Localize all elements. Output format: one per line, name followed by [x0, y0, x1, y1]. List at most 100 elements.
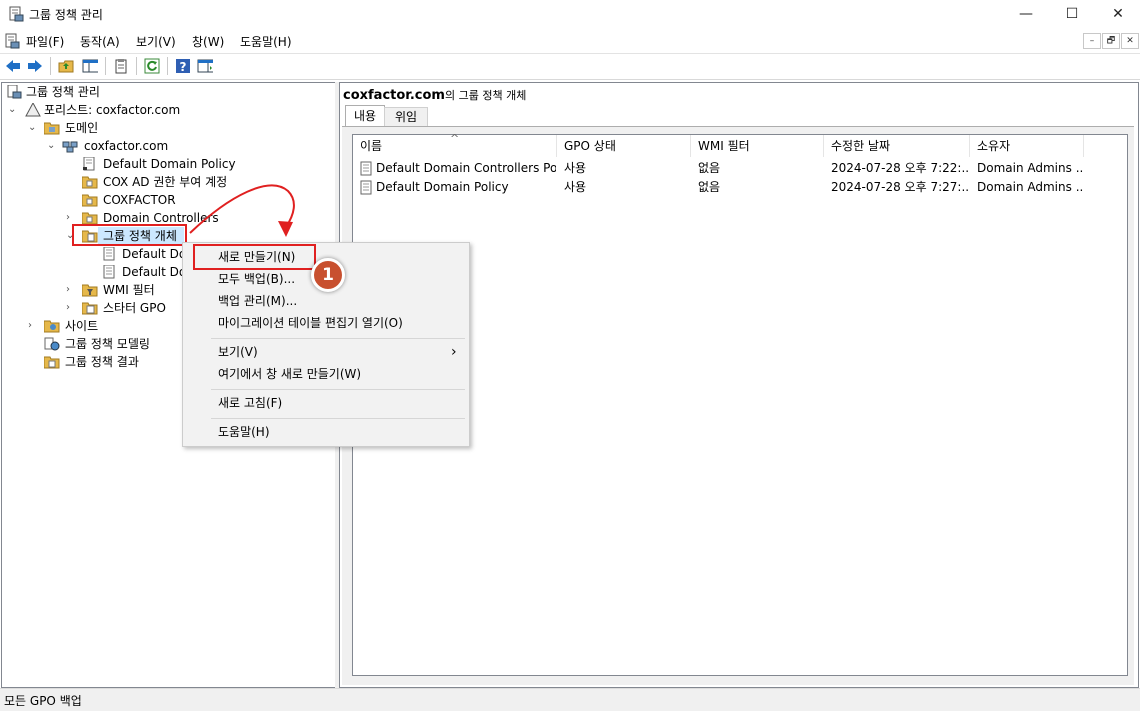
- chevron-down-icon[interactable]: ⌄: [47, 137, 57, 155]
- domains-folder-icon: [44, 122, 60, 135]
- tab-delegation[interactable]: 위임: [384, 107, 428, 126]
- maximize-button[interactable]: ☐: [1049, 0, 1095, 28]
- tree-label: 도메인: [65, 121, 99, 135]
- menu-separator: [211, 338, 465, 339]
- cell-name: Default Domain Policy: [376, 180, 509, 194]
- svg-text:?: ?: [180, 60, 187, 74]
- toolbar-separator: [50, 57, 51, 75]
- gpo-link-icon: [83, 157, 95, 171]
- show-hide-tree-icon[interactable]: [82, 58, 98, 74]
- table-row[interactable]: Default Domain Controllers Pol... 사용 없음 …: [353, 159, 1125, 178]
- status-bar: 모든 GPO 백업: [0, 688, 1140, 711]
- gpmc-icon: [7, 85, 22, 99]
- help-icon[interactable]: ?: [175, 58, 191, 74]
- menu-item-help[interactable]: 도움말(H): [183, 421, 469, 443]
- window-title: 그룹 정책 관리: [29, 8, 103, 22]
- column-header-gpo-status[interactable]: GPO 상태: [557, 135, 691, 157]
- wmi-folder-icon: [82, 284, 98, 297]
- refresh-icon[interactable]: [144, 58, 160, 74]
- menu-action[interactable]: 동작(A): [80, 33, 120, 50]
- chevron-down-icon[interactable]: ⌄: [28, 119, 38, 137]
- sites-folder-icon: [44, 320, 60, 333]
- gpo-icon: [103, 265, 115, 279]
- cell-wmi-filter: 없음: [698, 180, 721, 194]
- annotation-arrow-icon: [189, 184, 295, 237]
- gpo-icon: [103, 247, 115, 261]
- tree-item-root[interactable]: 그룹 정책 관리: [2, 83, 332, 101]
- tree-label: 그룹 정책 결과: [65, 355, 139, 369]
- action-pane-icon[interactable]: [197, 58, 213, 74]
- menu-bar: 파일(F) 동작(A) 보기(V) 창(W) 도움말(H): [0, 29, 1140, 51]
- tree-item-forest[interactable]: ⌄ 포리스트: coxfactor.com: [2, 101, 332, 119]
- gpmc-app-icon: [9, 6, 24, 22]
- gpo-icon: [360, 180, 372, 195]
- properties-icon[interactable]: [113, 58, 129, 74]
- menu-window[interactable]: 창(W): [192, 33, 224, 50]
- menu-help[interactable]: 도움말(H): [240, 33, 292, 50]
- menu-view[interactable]: 보기(V): [136, 33, 176, 50]
- tree-label: 그룹 정책 관리: [26, 85, 100, 99]
- forward-icon[interactable]: [27, 58, 43, 74]
- step-badge: 1: [311, 258, 345, 292]
- chevron-right-icon[interactable]: ›: [66, 299, 76, 317]
- ou-folder-icon: [82, 194, 98, 207]
- submenu-arrow-icon: ›: [451, 344, 457, 360]
- minimize-button[interactable]: —: [1003, 0, 1049, 28]
- cell-gpo-status: 사용: [564, 161, 587, 175]
- cell-owner: Domain Admins ...: [977, 161, 1083, 175]
- tree-label: WMI 필터: [103, 283, 155, 297]
- domain-icon: [62, 141, 78, 153]
- mdi-close-button[interactable]: ✕: [1121, 33, 1139, 49]
- menu-file[interactable]: 파일(F): [26, 33, 64, 50]
- sort-ascending-icon: ^: [450, 132, 460, 145]
- menu-separator: [211, 389, 465, 390]
- gpo-icon: [360, 161, 372, 176]
- chevron-right-icon[interactable]: ›: [28, 317, 38, 335]
- column-header-wmi-filter[interactable]: WMI 필터: [691, 135, 824, 157]
- mdi-restore-button[interactable]: 🗗: [1102, 33, 1120, 49]
- ou-folder-icon: [82, 212, 98, 225]
- menu-item-manage-backups[interactable]: 백업 관리(M)...: [183, 290, 469, 312]
- tree-label: coxfactor.com: [84, 139, 169, 153]
- forest-icon: [25, 103, 41, 117]
- pane-header-domain: coxfactor.com: [343, 88, 445, 103]
- toolbar-separator: [136, 57, 137, 75]
- pane-header: coxfactor.com의 그룹 정책 개체: [343, 87, 526, 103]
- menu-item-view-label: 보기(V): [218, 345, 258, 359]
- toolbar-separator: [167, 57, 168, 75]
- pane-header-suffix: 의 그룹 정책 개체: [444, 89, 527, 102]
- cell-gpo-status: 사용: [564, 180, 587, 194]
- toolbar: ?: [0, 53, 1140, 80]
- column-header-owner[interactable]: 소유자: [970, 135, 1084, 157]
- up-folder-icon[interactable]: [58, 58, 74, 74]
- menu-item-refresh[interactable]: 새로 고침(F): [183, 392, 469, 414]
- chevron-right-icon[interactable]: ›: [66, 281, 76, 299]
- tree-item-domains[interactable]: ⌄ 도메인: [2, 119, 332, 137]
- modeling-icon: [44, 337, 60, 351]
- mdi-minimize-button[interactable]: –: [1083, 33, 1101, 49]
- cell-modified: 2024-07-28 오후 7:22:...: [831, 161, 969, 175]
- tree-item-domain[interactable]: ⌄ coxfactor.com: [2, 137, 332, 155]
- column-header-modified[interactable]: 수정한 날짜: [824, 135, 970, 157]
- status-text: 모든 GPO 백업: [4, 694, 82, 708]
- menu-item-view[interactable]: 보기(V): [183, 341, 469, 363]
- ou-folder-icon: [82, 176, 98, 189]
- starter-gpo-folder-icon: [82, 302, 98, 315]
- tree-label: 그룹 정책 모델링: [65, 337, 150, 351]
- chevron-down-icon[interactable]: ⌄: [8, 101, 18, 119]
- tree-label: Default Domain Policy: [103, 157, 236, 171]
- results-icon: [44, 356, 60, 369]
- menu-separator: [211, 418, 465, 419]
- cell-modified: 2024-07-28 오후 7:27:...: [831, 180, 969, 194]
- table-row[interactable]: Default Domain Policy 사용 없음 2024-07-28 오…: [353, 178, 1125, 197]
- tree-label: 사이트: [65, 319, 99, 333]
- cell-name: Default Domain Controllers Pol...: [376, 161, 556, 175]
- tree-item-default-domain-policy[interactable]: Default Domain Policy: [2, 155, 332, 173]
- close-button[interactable]: ✕: [1095, 0, 1140, 28]
- cell-wmi-filter: 없음: [698, 161, 721, 175]
- tab-contents[interactable]: 내용: [345, 105, 385, 126]
- toolbar-separator: [105, 57, 106, 75]
- menu-item-new-window[interactable]: 여기에서 창 새로 만들기(W): [183, 363, 469, 385]
- menu-item-migration-table[interactable]: 마이그레이션 테이블 편집기 열기(O): [183, 312, 469, 334]
- back-icon[interactable]: [5, 58, 21, 74]
